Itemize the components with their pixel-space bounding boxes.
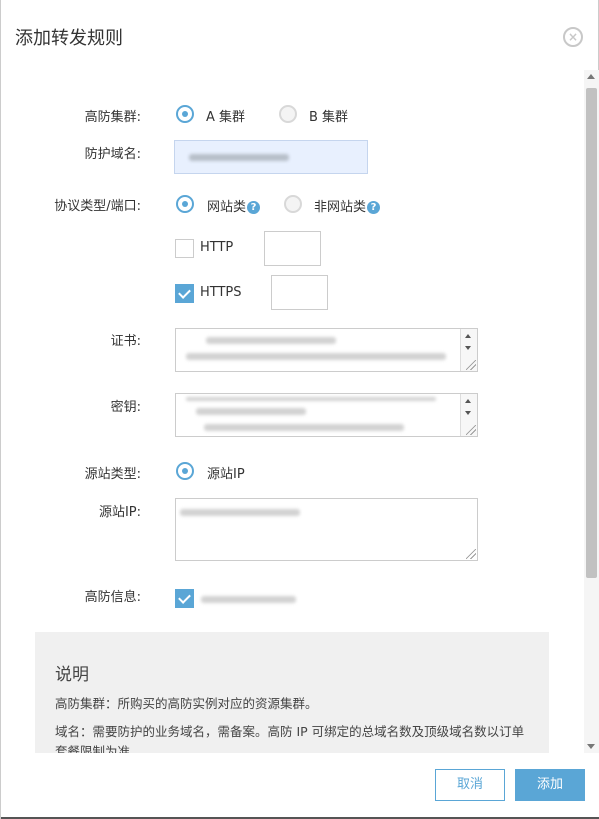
close-icon[interactable]: × <box>563 27 583 47</box>
resize-grip[interactable] <box>466 425 476 435</box>
https-port-input[interactable] <box>271 275 328 310</box>
dialog-scrollbar[interactable] <box>584 70 599 753</box>
dialog-footer: 取消 添加 <box>1 753 599 819</box>
key-label: 密钥: <box>110 400 141 415</box>
website-option[interactable]: 网站类? <box>207 196 261 215</box>
origin-ip-textarea[interactable] <box>175 498 478 561</box>
key-textarea[interactable] <box>175 393 478 437</box>
help-icon[interactable]: ? <box>367 201 381 214</box>
http-label: HTTP <box>200 240 234 255</box>
cert-label: 证书: <box>110 334 141 349</box>
non-website-label: 非网站类 <box>314 200 367 215</box>
domain-input[interactable] <box>174 140 368 174</box>
http-checkbox[interactable] <box>175 239 194 258</box>
https-label: HTTPS <box>200 285 242 300</box>
radio-origin-ip[interactable] <box>176 462 194 480</box>
cert-textarea[interactable] <box>175 328 478 372</box>
domain-label: 防护域名: <box>84 147 141 162</box>
non-website-option[interactable]: 非网站类? <box>314 196 381 215</box>
info-domain-desc: 域名：需要防护的业务域名，需备案。高防 IP 可绑定的总域名数及顶级域名数以订单… <box>55 724 525 753</box>
add-button[interactable]: 添加 <box>515 769 585 801</box>
ddos-info-checkbox[interactable] <box>175 589 194 608</box>
ddos-info-value <box>201 596 296 603</box>
info-cluster-desc: 高防集群：所购买的高防实例对应的资源集群。 <box>55 696 318 711</box>
dialog-title: 添加转发规则 <box>15 28 123 49</box>
help-icon[interactable]: ? <box>247 201 261 214</box>
protocol-label: 协议类型/端口: <box>54 199 141 214</box>
origin-type-label: 源站类型: <box>84 467 141 482</box>
origin-ip-label: 源站IP: <box>98 505 141 520</box>
add-forward-rule-dialog: 添加转发规则 × 高防集群: A 集群 B 集群 防护域名: 协议类型/端口: … <box>0 0 599 819</box>
ddos-info-label: 高防信息: <box>84 590 141 605</box>
https-checkbox[interactable] <box>175 284 194 303</box>
dialog-body[interactable]: 高防集群: A 集群 B 集群 防护域名: 协议类型/端口: 网站类? 非网站类… <box>1 70 584 753</box>
radio-cluster-b[interactable] <box>279 105 297 123</box>
website-label: 网站类 <box>207 200 247 215</box>
cluster-label: 高防集群: <box>84 110 141 125</box>
cluster-b-label[interactable]: B 集群 <box>309 106 348 125</box>
resize-grip[interactable] <box>466 360 476 370</box>
http-port-input[interactable] <box>264 231 321 266</box>
radio-website[interactable] <box>176 195 194 213</box>
scroll-thumb[interactable] <box>586 88 597 578</box>
info-title: 说明 <box>55 665 89 685</box>
radio-non-website[interactable] <box>284 195 302 213</box>
resize-grip[interactable] <box>466 549 476 559</box>
scroll-up-arrow-icon[interactable] <box>587 74 595 79</box>
scroll-down-arrow-icon[interactable] <box>587 744 595 749</box>
info-panel: 说明 高防集群：所购买的高防实例对应的资源集群。 域名：需要防护的业务域名，需备… <box>35 632 549 753</box>
radio-cluster-a[interactable] <box>176 105 194 123</box>
cancel-button[interactable]: 取消 <box>435 769 505 801</box>
origin-ip-option-label[interactable]: 源站IP <box>207 463 245 482</box>
cluster-a-label[interactable]: A 集群 <box>206 106 245 125</box>
